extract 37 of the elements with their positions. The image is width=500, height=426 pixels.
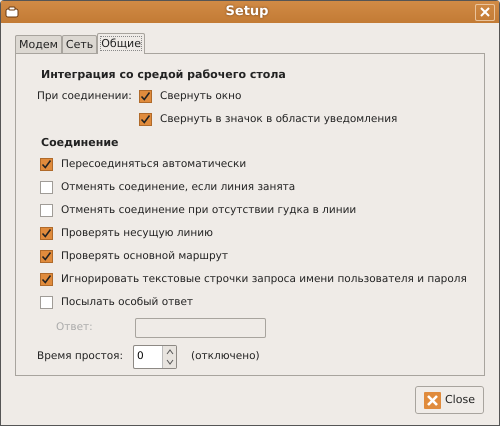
checkbox[interactable]	[139, 113, 152, 126]
x-icon	[424, 392, 441, 408]
checkbox[interactable]	[40, 158, 53, 171]
section-heading: Соединение	[41, 135, 120, 151]
field-label: При соединении:	[36, 88, 133, 104]
checkbox-label[interactable]: Свернуть окно	[160, 88, 242, 104]
checkbox-label[interactable]: Посылать особый ответ	[61, 294, 194, 310]
spin-arrows-icon[interactable]	[162, 346, 176, 368]
close-button[interactable]	[475, 4, 495, 20]
checkbox[interactable]	[40, 181, 53, 194]
idle-time-field[interactable]: 0	[134, 346, 162, 368]
checkbox-label[interactable]: Игнорировать текстовые строчки запроса имени пользователя и пароля	[61, 272, 467, 288]
checkbox[interactable]	[40, 296, 53, 309]
checkbox-label[interactable]: Пересоединяться автоматически	[61, 156, 246, 172]
answer-field[interactable]	[135, 318, 266, 338]
checkbox[interactable]	[40, 227, 53, 240]
checkbox[interactable]	[40, 250, 53, 263]
field-label: Время простоя:	[37, 349, 124, 364]
checkbox[interactable]	[139, 90, 152, 103]
close-dialog-button[interactable]: Close	[415, 386, 484, 414]
checkbox-label[interactable]: Свернуть в значок в области уведомления	[160, 112, 398, 128]
window-title: Setup	[224, 3, 270, 22]
window-menu-icon[interactable]	[5, 6, 19, 18]
section-heading: Интеграция со средой рабочего стола	[41, 67, 287, 83]
checkbox-label[interactable]: Отменять соединение при отсутствии гудка в линии	[61, 202, 356, 218]
close-icon	[480, 7, 490, 17]
tab[interactable]: Сеть	[62, 35, 98, 53]
idle-note: (отключено)	[191, 349, 260, 364]
checkbox[interactable]	[40, 204, 53, 217]
checkbox[interactable]	[40, 273, 53, 286]
checkbox-label[interactable]: Отменять соединение, если линия занята	[61, 180, 296, 196]
tab[interactable]: Модем	[15, 35, 62, 53]
tab[interactable]: Общие	[97, 33, 145, 54]
checkbox-label[interactable]: Проверять несущую линию	[61, 226, 213, 242]
checkbox-label[interactable]: Проверять основной маршрут	[61, 248, 228, 264]
field-label: Ответ:	[55, 320, 94, 336]
idle-time-spinner[interactable]: 0	[133, 345, 178, 369]
